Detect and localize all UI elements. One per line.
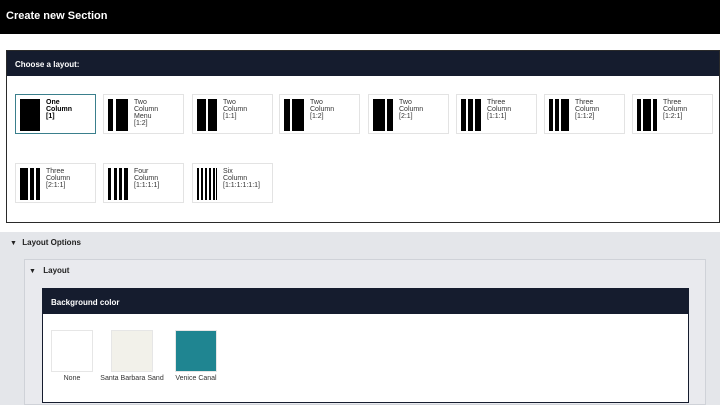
column-bar	[20, 99, 40, 131]
layout-option-6[interactable]: Three Column [1:1:2]	[544, 94, 625, 134]
layout-option-label: Three Column [2:1:1]	[46, 168, 71, 189]
column-bar	[205, 168, 207, 200]
column-bar	[30, 168, 34, 200]
column-bar	[653, 99, 657, 131]
column-bar	[36, 168, 40, 200]
column-bar	[284, 99, 290, 131]
column-bar	[292, 99, 304, 131]
column-bar	[108, 99, 113, 131]
layout-columns-icon	[108, 99, 128, 131]
column-bar	[643, 99, 651, 131]
column-bar	[555, 99, 559, 131]
column-bar	[387, 99, 393, 131]
layout-option-label: One Column [1]	[46, 99, 73, 120]
chevron-down-icon: ▼	[10, 240, 17, 247]
swatch-label-venice-canal: Venice Canal	[175, 375, 217, 382]
layout-option-0[interactable]: One Column [1]	[15, 94, 96, 134]
layout-option-1[interactable]: Two Column Menu [1:2]	[103, 94, 184, 134]
layout-chooser-panel: Choose a layout: One Column [1] Two Colum…	[6, 50, 720, 223]
layout-option-label: Three Column [1:1:2]	[575, 99, 600, 120]
layout-option-5[interactable]: Three Column [1:1:1]	[456, 94, 537, 134]
column-bar	[468, 99, 473, 131]
swatch-label-none: None	[63, 375, 81, 382]
layout-option-9[interactable]: Four Column [1:1:1:1]	[103, 163, 184, 203]
column-bar	[108, 168, 111, 200]
column-bar	[216, 168, 217, 200]
layout-section: ▼ Layout Background color None Santa Bar…	[24, 259, 706, 405]
layout-option-label: Six Column [1:1:1:1:1:1]	[223, 168, 260, 189]
layout-options-area: ▼ Layout Options ▼ Layout Background col…	[0, 232, 720, 405]
layout-columns-icon	[373, 99, 393, 131]
chevron-down-icon: ▼	[29, 268, 36, 275]
layout-options-label: Layout Options	[22, 238, 81, 247]
column-bar	[116, 99, 128, 131]
layout-columns-icon	[549, 99, 569, 131]
column-bar	[208, 99, 217, 131]
column-bar	[197, 168, 199, 200]
layout-option-label: Two Column [2:1]	[399, 99, 424, 120]
dialog-title: Create new Section	[6, 10, 108, 22]
layout-option-4[interactable]: Two Column [2:1]	[368, 94, 449, 134]
swatch-santa-barbara-sand[interactable]	[111, 330, 153, 372]
layout-columns-icon	[20, 99, 40, 131]
layout-option-10[interactable]: Six Column [1:1:1:1:1:1]	[192, 163, 273, 203]
column-bar	[124, 168, 128, 200]
layout-option-7[interactable]: Three Column [1:2:1]	[632, 94, 713, 134]
background-color-header: Background color	[43, 289, 688, 314]
layout-option-label: Two Column [1:1]	[223, 99, 248, 120]
column-bar	[373, 99, 385, 131]
layout-option-label: Three Column [1:1:1]	[487, 99, 512, 120]
layout-columns-icon	[108, 168, 128, 200]
column-bar	[209, 168, 211, 200]
layout-columns-icon	[461, 99, 481, 131]
background-color-panel: Background color None Santa Barbara Sand…	[42, 288, 689, 403]
layout-option-3[interactable]: Two Column [1:2]	[279, 94, 360, 134]
swatch-label-santa-barbara-sand: Santa Barbara Sand	[100, 375, 164, 382]
column-bar	[561, 99, 569, 131]
layout-columns-icon	[637, 99, 657, 131]
column-bar	[549, 99, 553, 131]
layout-option-label: Two Column [1:2]	[310, 99, 335, 120]
swatch-venice-canal[interactable]	[175, 330, 217, 372]
column-bar	[637, 99, 641, 131]
dialog-titlebar: Create new Section	[0, 0, 720, 34]
layout-section-label: Layout	[43, 266, 70, 275]
column-bar	[114, 168, 117, 200]
layout-options-toggle[interactable]: ▼ Layout Options	[10, 238, 81, 247]
layout-option-2[interactable]: Two Column [1:1]	[192, 94, 273, 134]
layout-option-label: Four Column [1:1:1:1]	[134, 168, 160, 189]
column-bar	[201, 168, 203, 200]
column-bar	[20, 168, 28, 200]
layout-columns-icon	[197, 168, 217, 200]
layout-option-8[interactable]: Three Column [2:1:1]	[15, 163, 96, 203]
column-bar	[213, 168, 215, 200]
column-bar	[461, 99, 466, 131]
layout-option-label: Three Column [1:2:1]	[663, 99, 688, 120]
swatch-none[interactable]	[51, 330, 93, 372]
column-bar	[119, 168, 122, 200]
column-bar	[475, 99, 481, 131]
column-bar	[197, 99, 206, 131]
layout-chooser-header: Choose a layout:	[7, 51, 719, 76]
layout-columns-icon	[20, 168, 40, 200]
layout-columns-icon	[284, 99, 304, 131]
layout-columns-icon	[197, 99, 217, 131]
layout-option-label: Two Column Menu [1:2]	[134, 99, 159, 127]
layout-section-toggle[interactable]: ▼ Layout	[29, 266, 69, 275]
